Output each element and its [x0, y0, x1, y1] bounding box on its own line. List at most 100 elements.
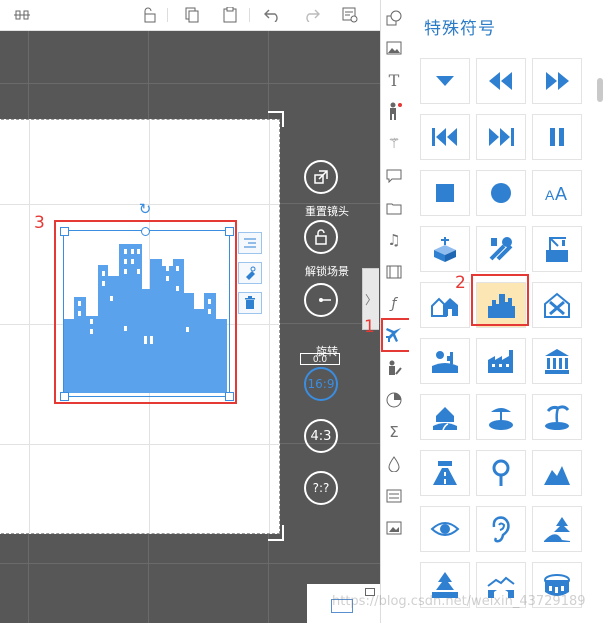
text-icon[interactable]: T — [384, 70, 404, 90]
symbol-tile[interactable] — [532, 282, 582, 328]
annotation-number-2: 2 — [455, 273, 466, 293]
fast-forward-icon — [546, 72, 569, 90]
symbol-tile[interactable] — [420, 58, 470, 104]
svg-text:A: A — [555, 184, 567, 204]
skip-back-icon — [432, 128, 457, 146]
iso-cube-icon — [434, 237, 456, 262]
pause-icon — [550, 128, 564, 146]
symbol-tile[interactable] — [476, 226, 526, 272]
symbol-tile[interactable] — [532, 226, 582, 272]
sigma-icon[interactable]: Σ — [384, 422, 404, 442]
symbol-tile[interactable] — [420, 338, 470, 384]
camera-frame-corner — [268, 111, 284, 127]
symbol-tile[interactable] — [420, 394, 470, 440]
highlight-city-symbol — [471, 274, 529, 326]
reset-camera-label: 重置镜头 — [305, 205, 349, 218]
symbol-tile[interactable]: AA — [532, 170, 582, 216]
symbol-tile[interactable] — [532, 450, 582, 496]
highlight-selected-object — [54, 220, 237, 404]
circle-icon — [491, 183, 511, 203]
shape-icon[interactable] — [384, 8, 404, 28]
highlight-special-symbol — [381, 318, 411, 352]
rotate-handle[interactable]: ↻ — [137, 201, 153, 217]
bubble-icon[interactable] — [384, 166, 404, 186]
symbol-tile[interactable] — [532, 58, 582, 104]
location-pin-icon — [492, 459, 510, 486]
folder-icon[interactable] — [384, 198, 404, 218]
top-toolbar — [0, 0, 380, 31]
watermark: https://blog.csdn.net/weixin_43729189 — [332, 594, 586, 609]
highway-icon — [433, 461, 457, 485]
forest-road-icon — [544, 517, 570, 542]
align-object-icon[interactable] — [238, 232, 262, 254]
bank-icon — [545, 349, 569, 374]
symbol-tile[interactable] — [476, 450, 526, 496]
island-icon — [545, 405, 570, 430]
symbol-tile[interactable] — [420, 450, 470, 496]
triangle-down-icon — [436, 76, 454, 86]
house-road-icon — [433, 407, 457, 431]
symbol-tile[interactable] — [476, 114, 526, 160]
undo-icon[interactable] — [263, 5, 283, 25]
panel-scrollbar[interactable] — [597, 78, 603, 102]
camera-frame-corner — [268, 525, 284, 541]
chart-icon[interactable] — [384, 390, 404, 410]
symbol-tile[interactable] — [532, 394, 582, 440]
ratio-custom-button[interactable]: ?:? — [304, 471, 338, 505]
factory-icon — [488, 350, 513, 373]
ratio-4-3-button[interactable]: 4:3 — [304, 419, 338, 453]
ratio-16-9-button[interactable]: 16:9 — [304, 367, 338, 401]
symbol-tile[interactable] — [420, 170, 470, 216]
delete-icon[interactable] — [238, 292, 262, 314]
skip-forward-icon — [489, 128, 514, 146]
copy-icon[interactable] — [182, 5, 202, 25]
houses-icon — [431, 297, 458, 317]
construction-icon — [546, 237, 568, 262]
unlock-scene-button[interactable] — [304, 220, 338, 254]
mountain-icon — [544, 466, 570, 485]
unlock-scene-label: 解锁场景 — [305, 265, 349, 278]
redo-icon[interactable] — [301, 5, 321, 25]
tools-icon — [489, 237, 513, 261]
music-icon[interactable]: ♫ — [384, 230, 404, 250]
drop-icon[interactable] — [384, 454, 404, 474]
symbol-tile[interactable] — [476, 170, 526, 216]
ear-icon — [492, 516, 510, 543]
beach-umbrella-icon — [489, 408, 513, 430]
hand-draw-icon[interactable] — [384, 358, 404, 378]
picture-icon[interactable] — [384, 518, 404, 538]
disaster-house-icon — [544, 292, 570, 318]
reset-camera-button[interactable] — [304, 160, 338, 194]
desert-icon — [432, 351, 458, 373]
symbol-tile[interactable] — [532, 506, 582, 552]
annotation-number-3: 3 — [34, 213, 45, 233]
symbol-tile[interactable] — [532, 114, 582, 160]
stop-square-icon — [436, 184, 454, 202]
symbol-tile[interactable] — [476, 394, 526, 440]
symbol-tile[interactable] — [476, 58, 526, 104]
effect-icon[interactable]: ⚚ — [384, 134, 404, 154]
formula-icon[interactable]: ƒ — [384, 294, 404, 314]
unlock-icon[interactable] — [139, 5, 159, 25]
rewind-icon — [489, 72, 512, 90]
align-icon[interactable] — [12, 5, 32, 25]
eye-icon — [430, 522, 460, 536]
symbol-tile[interactable] — [420, 506, 470, 552]
effect-brush-icon[interactable] — [238, 262, 262, 284]
preview-icon[interactable] — [340, 5, 360, 25]
video-icon[interactable] — [384, 262, 404, 282]
symbol-tile[interactable] — [532, 338, 582, 384]
character-icon[interactable] — [384, 101, 404, 121]
symbol-tile[interactable] — [420, 226, 470, 272]
rotate-dial[interactable] — [304, 283, 338, 317]
symbol-tile[interactable] — [476, 338, 526, 384]
rotate-label: 旋转 — [316, 345, 338, 358]
paste-icon[interactable] — [220, 5, 240, 25]
annotation-number-1: 1 — [364, 317, 375, 337]
list-icon[interactable] — [384, 486, 404, 506]
symbol-tile[interactable] — [476, 506, 526, 552]
svg-text:A: A — [545, 187, 555, 203]
image-icon[interactable] — [384, 38, 404, 58]
panel-title: 特殊符号 — [424, 19, 496, 39]
symbol-tile[interactable] — [420, 114, 470, 160]
